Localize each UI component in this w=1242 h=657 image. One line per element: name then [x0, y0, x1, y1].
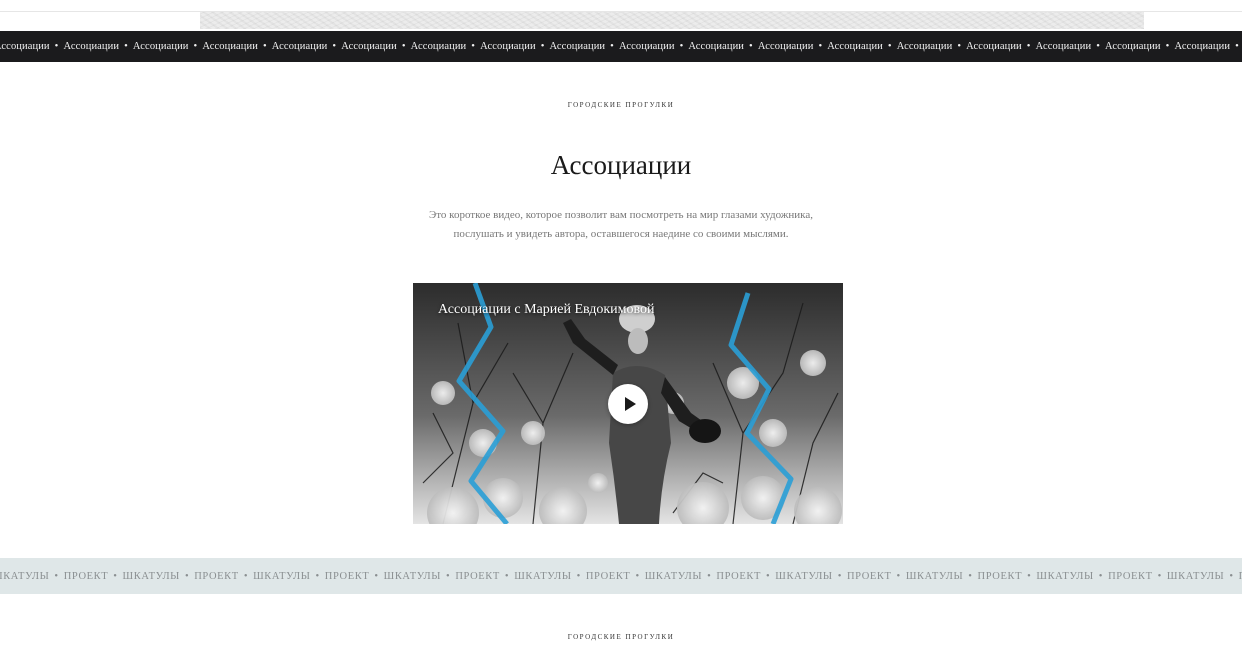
bullet-separator: • [243, 570, 249, 582]
bullet-separator: • [262, 41, 267, 52]
section-description: Это короткое видео, которое позволит вам… [428, 209, 813, 240]
bullet-separator: • [968, 570, 973, 582]
bullet-separator: • [1165, 41, 1170, 52]
top-running-line: Ассоциации • Ассоциации • Ассоциации • Ассоциа… [0, 31, 1242, 62]
page-title: Ассоциации [550, 150, 692, 180]
bullet-separator: • [113, 570, 118, 582]
bullet-separator: • [1229, 570, 1234, 582]
bullet-separator: • [887, 41, 892, 52]
bullet-separator: • [957, 41, 962, 52]
top-running-line-item: Ассоциации [688, 41, 745, 52]
top-running-line-item: Ассоциации [63, 41, 120, 52]
bullet-separator: • [635, 570, 640, 582]
page: Ассоциации • Ассоциации • Ассоциации • Ассоциа… [0, 0, 1242, 657]
bullet-separator: • [184, 570, 190, 582]
bottom-running-line-item: ШКАТУЛЫ [0, 570, 50, 582]
bottom-running-line-item: ШКАТУЛЫ [644, 570, 703, 582]
bullet-separator: • [471, 41, 476, 52]
next-section-kicker: городские прогулки [567, 633, 675, 641]
bullet-separator: • [54, 570, 59, 582]
top-running-line-item: Ассоциации [202, 41, 258, 52]
top-running-line-track: Ассоциации • Ассоциации • Ассоциации • Ассоциа… [0, 41, 1242, 52]
video-player[interactable]: Ассоциации с Марией Евдокимовой [413, 283, 843, 524]
bullet-separator: • [896, 570, 901, 582]
bottom-running-line-item: ШКАТУЛЫ [775, 570, 833, 582]
bullet-separator: • [1027, 570, 1032, 582]
bottom-running-line-item: ШКАТУЛЫ [1036, 570, 1094, 582]
top-running-line-item: Ассоциации [271, 41, 328, 52]
bullet-separator: • [54, 41, 59, 52]
bullet-separator: • [818, 41, 823, 52]
bullet-separator: • [707, 570, 712, 582]
top-running-line-item: Ассоциации [896, 41, 953, 52]
bottom-running-line-track: ШКАТУЛЫ • ПРОЕКТ • ШКАТУЛЫ • ПРОЕКТ • ШКАТУЛЫ • ПР… [0, 571, 1242, 582]
bullet-separator: • [540, 41, 545, 52]
bullet-separator: • [315, 570, 320, 582]
bullet-separator: • [1096, 41, 1100, 52]
top-running-line-item: Ассоциации [0, 41, 50, 52]
bullet-separator: • [749, 41, 753, 52]
top-running-line-item: Ассоциации [1035, 41, 1092, 52]
bullet-separator: • [124, 41, 128, 52]
top-running-line-item: Ассоциации [757, 41, 814, 52]
bottom-running-line-item: ШКАТУЛЫ [122, 570, 180, 582]
bottom-running-line-item: ПРОЕКТ [585, 570, 631, 582]
bullet-separator: • [1235, 41, 1239, 52]
bottom-running-line-item: ПРОЕКТ [194, 570, 239, 582]
play-icon [624, 397, 636, 411]
bottom-running-line-item: ПРОЕКТ [716, 570, 761, 582]
bullet-separator: • [401, 41, 406, 52]
top-running-line-item: Ассоциации [549, 41, 606, 52]
bottom-running-line-item: ШКАТУЛЫ [514, 570, 572, 582]
top-running-line-item: Ассоциации [618, 41, 675, 52]
top-running-line-item: Ассоциации [341, 41, 397, 52]
bullet-separator: • [1026, 41, 1031, 52]
bottom-running-line-item: ПРОЕКТ [63, 570, 109, 582]
bottom-running-line-item: ШКАТУЛЫ [905, 570, 964, 582]
top-running-line-item: Ассоциации [1105, 41, 1161, 52]
paper-texture-banner [200, 12, 1144, 29]
bottom-running-line-item: ШКАТУЛЫ [1166, 570, 1225, 582]
top-running-line-item: Ассоциации [480, 41, 536, 52]
bottom-running-line-item: ШКАТУЛЫ [253, 570, 311, 582]
bullet-separator: • [332, 41, 337, 52]
top-running-line-item: Ассоциации [132, 41, 189, 52]
bottom-running-line-item: ПРОЕКТ [977, 570, 1023, 582]
bullet-separator: • [1157, 570, 1162, 582]
top-running-line-item: Ассоциации [966, 41, 1022, 52]
bullet-separator: • [193, 41, 198, 52]
bullet-separator: • [374, 570, 379, 582]
bullet-separator: • [837, 570, 842, 582]
play-button[interactable] [608, 384, 648, 424]
bullet-separator: • [1098, 570, 1104, 582]
bullet-separator: • [576, 570, 581, 582]
bullet-separator: • [679, 41, 684, 52]
bullet-separator: • [766, 570, 771, 582]
bottom-running-line-item: ПРОЕКТ [324, 570, 370, 582]
section-kicker: городские прогулки [567, 101, 675, 109]
bottom-running-line-item: ПРОЕКТ [1239, 571, 1242, 582]
bottom-running-line-item: ШКАТУЛЫ [383, 570, 442, 582]
top-running-line-item: Ассоциации [1174, 41, 1231, 52]
bottom-running-line-item: ПРОЕКТ [1108, 570, 1153, 582]
bullet-separator: • [610, 41, 614, 52]
bullet-separator: • [504, 570, 510, 582]
bottom-running-line-item: ПРОЕКТ [846, 570, 892, 582]
top-running-line-item: Ассоциации [827, 41, 883, 52]
video-title: Ассоциации с Марией Евдокимовой [438, 302, 655, 317]
bullet-separator: • [446, 570, 451, 582]
top-running-line-item: Ассоциации [410, 41, 467, 52]
bottom-running-line-item: ПРОЕКТ [455, 570, 500, 582]
bottom-running-line: ШКАТУЛЫ • ПРОЕКТ • ШКАТУЛЫ • ПРОЕКТ • ШКАТУЛЫ • ПР… [0, 558, 1242, 594]
